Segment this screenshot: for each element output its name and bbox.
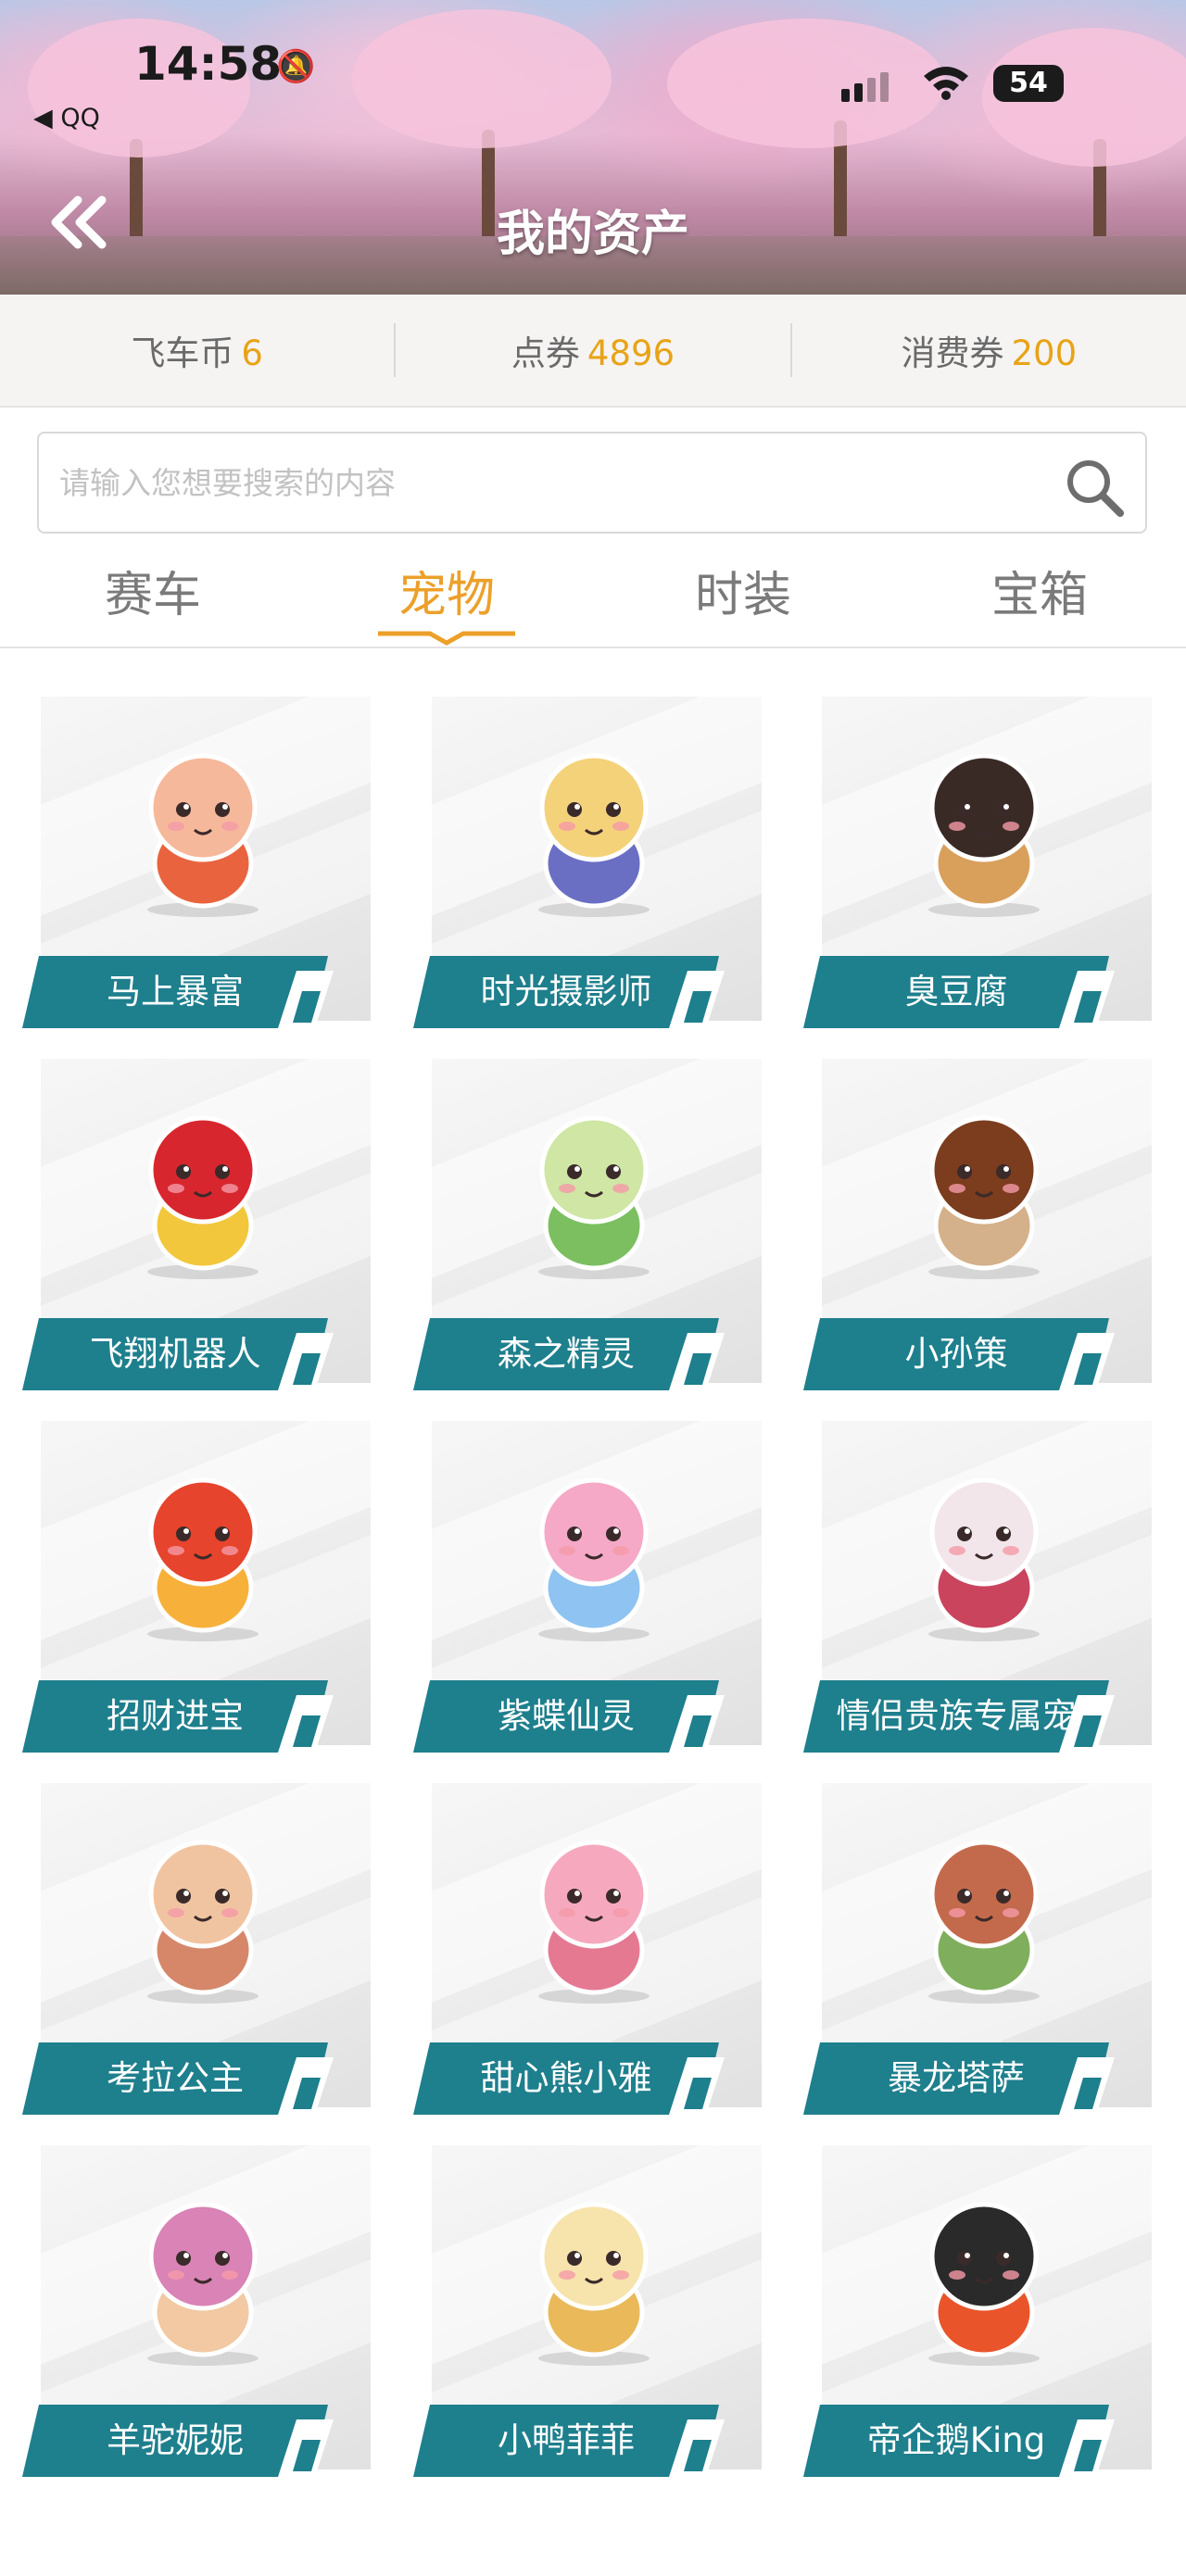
pet-avatar-icon [928,753,1040,917]
pet-card[interactable]: 小孙策 [803,1049,1155,1396]
currency-value: 6 [241,333,263,373]
tab-treasure-box[interactable]: 宝箱 [891,556,1186,625]
corner-tag-icon [1059,1695,1115,1753]
currency-xiaofeiquan: 消费券 200 [792,325,1186,375]
corner-tag-icon [278,1695,334,1753]
search-box [37,432,1147,534]
pet-card[interactable]: 马上暴富 [22,687,374,1034]
currency-label: 消费券 [901,333,1004,373]
corner-tag-icon [1059,2419,1115,2477]
currency-bar: 飞车币 6 点券 4896 消费券 200 [0,295,1186,408]
wifi-icon [924,67,968,100]
tab-pets[interactable]: 宠物 [298,556,595,625]
pet-card[interactable]: 羊驼妮妮 [22,2136,374,2482]
currency-label: 飞车币 [131,333,234,373]
corner-tag-icon [669,971,725,1028]
pet-avatar-icon [538,1115,650,1279]
corner-tag-icon [278,2057,334,2115]
status-time: 14:58 [134,37,283,91]
pet-card[interactable]: 暴龙塔萨 [803,1774,1155,2120]
pet-card[interactable]: 臭豆腐 [803,687,1155,1034]
pet-avatar-icon [928,2202,1040,2366]
currency-dianquan: 点券 4896 [396,325,789,375]
pet-avatar-icon [147,1115,259,1279]
corner-tag-icon [669,2057,725,2115]
corner-tag-icon [669,1333,725,1390]
pet-avatar-icon [928,1477,1040,1641]
pet-card[interactable]: 帝企鹅King [803,2136,1155,2482]
pet-avatar-icon [538,753,650,917]
currency-value: 200 [1011,333,1078,373]
pet-card[interactable]: 小鸭菲菲 [413,2136,765,2482]
corner-tag-icon [1059,1333,1115,1390]
pet-card[interactable]: 紫蝶仙灵 [413,1412,765,1758]
battery-indicator: 54 [993,65,1064,102]
pet-card[interactable]: 考拉公主 [22,1774,374,2120]
page-title: 我的资产 [496,207,689,262]
pet-avatar-icon [147,1840,259,2004]
corner-tag-icon [278,2419,334,2477]
header-banner: 14:58 🔕 ◀ QQ 54 我的资产 [0,0,1186,295]
blossom [352,9,612,148]
pet-avatar-icon [928,1840,1040,2004]
corner-tag-icon [669,2419,725,2477]
pet-avatar-icon [538,1477,650,1641]
search-icon[interactable] [1063,456,1128,521]
pet-card[interactable]: 时光摄影师 [413,687,765,1034]
pet-avatar-icon [538,2202,650,2366]
search-input[interactable] [59,434,1023,532]
corner-tag-icon [1059,2057,1115,2115]
pet-avatar-icon [538,1840,650,2004]
pet-card[interactable]: 飞翔机器人 [22,1049,374,1396]
pet-avatar-icon [928,1115,1040,1279]
currency-value: 4896 [587,333,675,373]
corner-tag-icon [669,1695,725,1753]
pet-card[interactable]: 招财进宝 [22,1412,374,1758]
mute-bell-icon: 🔕 [276,48,316,85]
active-tab-indicator [378,631,515,646]
currency-feicheb: 飞车币 6 [0,325,394,375]
tab-fashion[interactable]: 时装 [595,556,891,625]
pet-card[interactable]: 甜心熊小雅 [413,1774,765,2120]
pet-avatar-icon [147,1477,259,1641]
corner-tag-icon [1059,971,1115,1028]
pet-card[interactable]: 森之精灵 [413,1049,765,1396]
corner-tag-icon [278,971,334,1028]
currency-label: 点券 [511,333,580,373]
return-to-app-link[interactable]: ◀ QQ [33,104,100,132]
pet-avatar-icon [147,2202,259,2366]
pet-card[interactable]: 情侣贵族专属宠 [803,1412,1155,1758]
blossom [667,19,945,148]
tab-racing[interactable]: 赛车 [5,556,301,625]
category-tabs: 赛车 宠物 时装 宝箱 [0,547,1186,648]
corner-tag-icon [278,1333,334,1390]
pet-avatar-icon [147,753,259,917]
